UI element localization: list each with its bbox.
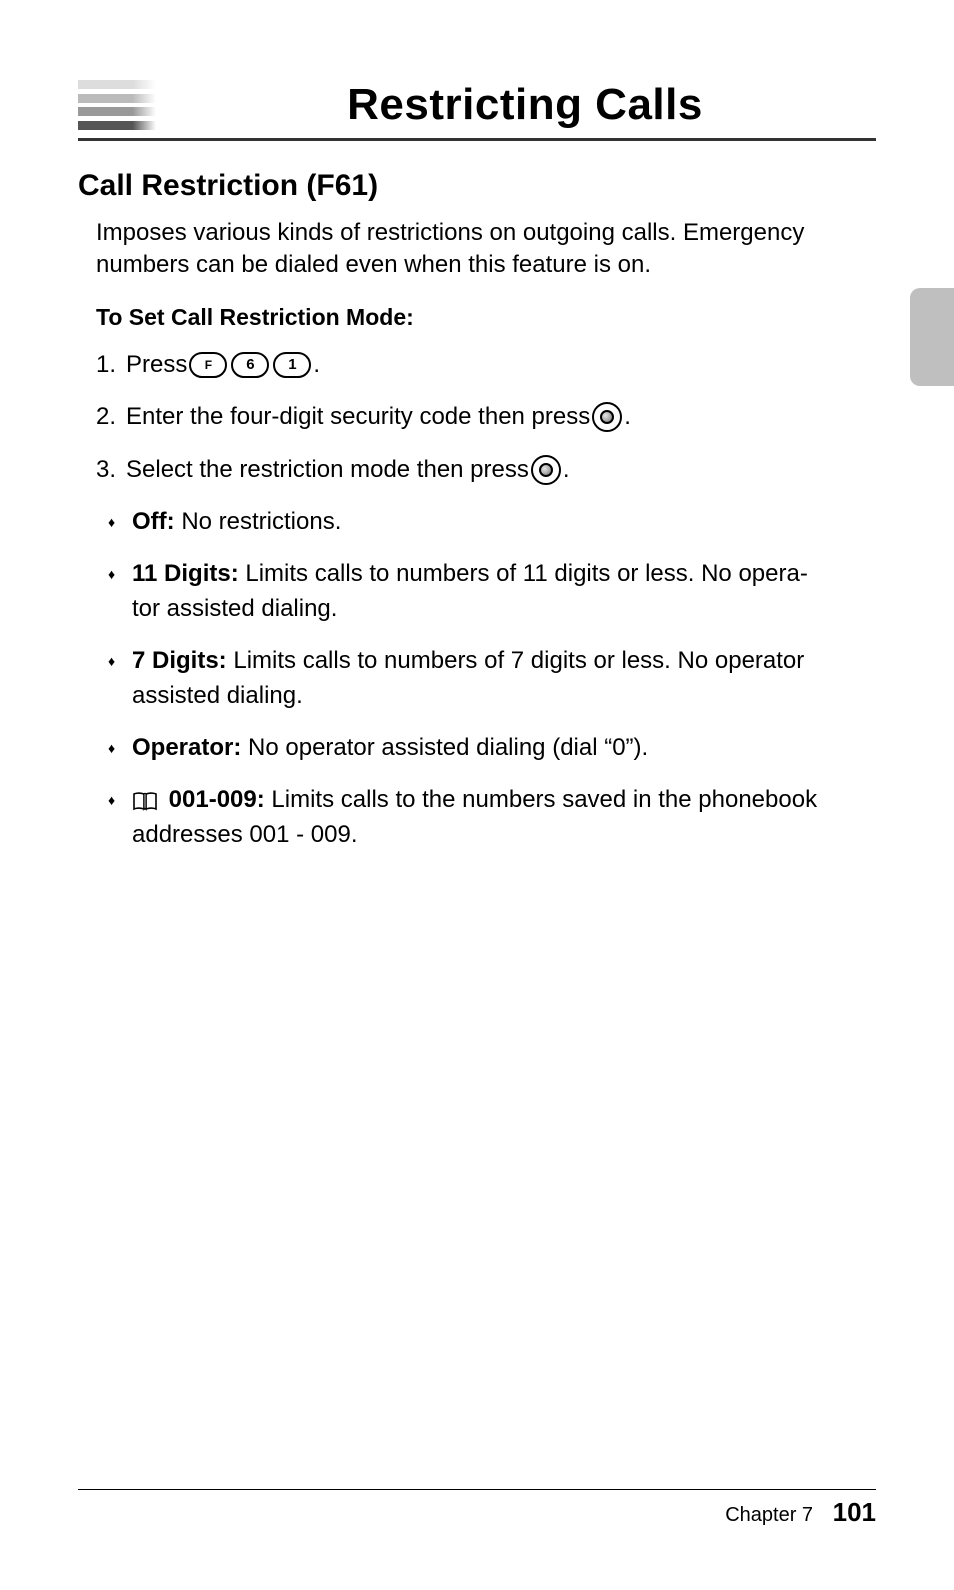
section-logo-icon — [78, 80, 156, 130]
step-number: 2. — [96, 401, 126, 433]
key-f-icon: F — [189, 352, 227, 378]
option-label: Operator: — [132, 734, 241, 761]
option-label: 7 Digits: — [132, 647, 227, 674]
step-text-end: . — [563, 454, 570, 486]
step-text-end: . — [313, 349, 320, 381]
footer-divider — [78, 1489, 876, 1490]
option-text-cont: tor assisted dialing. — [132, 593, 876, 625]
phonebook-icon — [132, 791, 158, 811]
option-label: Off: — [132, 508, 175, 535]
option-001-009: 001-009: Limits calls to the numbers sav… — [104, 784, 876, 851]
center-button-icon — [531, 455, 561, 485]
option-text: No operator assisted dialing (dial “0”). — [241, 734, 648, 761]
step-text: Select the restriction mode then press — [126, 454, 529, 486]
section-heading: Call Restriction (F61) — [78, 169, 876, 203]
chapter-label: Chapter 7 — [725, 1504, 813, 1526]
step-1: 1. Press F 6 1 . — [96, 349, 876, 381]
option-operator: Operator: No operator assisted dialing (… — [104, 732, 876, 764]
step-number: 3. — [96, 454, 126, 486]
steps-list: 1. Press F 6 1 . 2. Enter the four-digit… — [96, 349, 876, 486]
option-off: Off: No restrictions. — [104, 506, 876, 538]
option-text-cont: addresses 001 - 009. — [132, 819, 876, 851]
page-footer: Chapter 7 101 — [725, 1497, 876, 1528]
key-1-icon: 1 — [273, 352, 311, 378]
option-text: Limits calls to numbers of 11 digits or … — [239, 560, 808, 587]
page-title: Restricting Calls — [174, 80, 876, 130]
option-label: 11 Digits: — [132, 560, 239, 587]
option-7-digits: 7 Digits: Limits calls to numbers of 7 d… — [104, 645, 876, 712]
key-6-icon: 6 — [231, 352, 269, 378]
header-row: Restricting Calls — [78, 80, 876, 130]
option-11-digits: 11 Digits: Limits calls to numbers of 11… — [104, 558, 876, 625]
step-2: 2. Enter the four-digit security code th… — [96, 401, 876, 433]
option-label: 001-009: — [162, 786, 265, 813]
options-list: Off: No restrictions. 11 Digits: Limits … — [104, 506, 876, 851]
center-button-icon — [592, 402, 622, 432]
step-text: Press — [126, 349, 187, 381]
option-text-cont: assisted dialing. — [132, 680, 876, 712]
option-text: Limits calls to numbers of 7 digits or l… — [227, 647, 805, 674]
subsection-heading: To Set Call Restriction Mode: — [96, 304, 876, 331]
step-text-end: . — [624, 401, 631, 433]
thumb-tab — [910, 288, 954, 386]
step-text: Enter the four-digit security code then … — [126, 401, 590, 433]
section-intro: Imposes various kinds of restrictions on… — [96, 217, 876, 282]
step-number: 1. — [96, 349, 126, 381]
page-number: 101 — [833, 1497, 876, 1527]
title-divider — [78, 138, 876, 141]
step-3: 3. Select the restriction mode then pres… — [96, 454, 876, 486]
option-text: Limits calls to the numbers saved in the… — [265, 786, 817, 813]
option-text: No restrictions. — [175, 508, 342, 535]
page: Restricting Calls Call Restriction (F61)… — [0, 0, 954, 1590]
